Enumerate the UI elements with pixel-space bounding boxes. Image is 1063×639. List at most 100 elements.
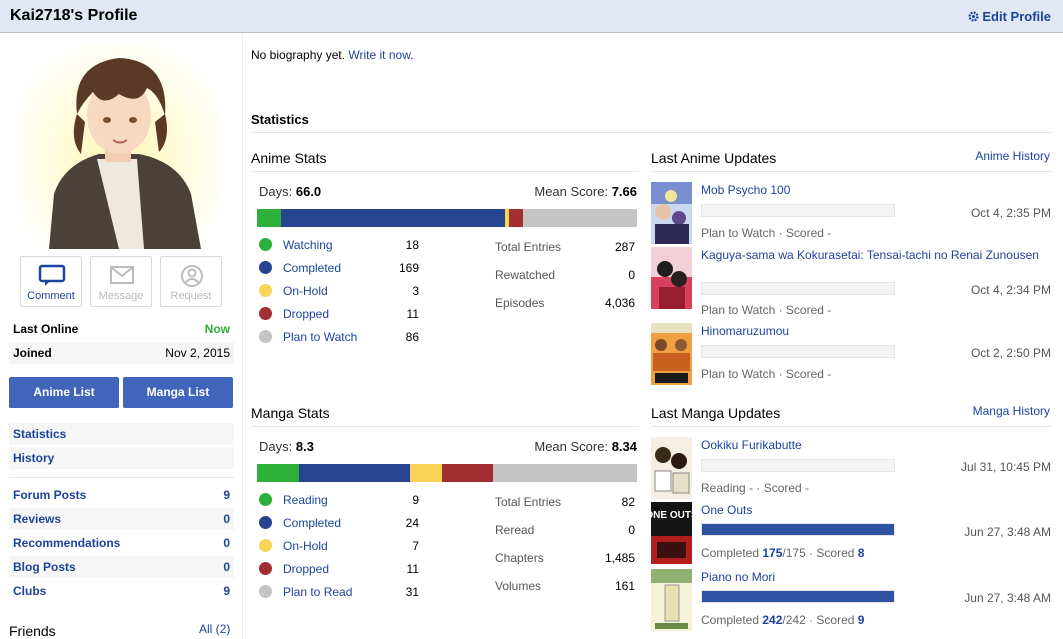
clubs-row[interactable]: Clubs 9: [9, 580, 234, 602]
blog-posts-count: 0: [223, 560, 230, 574]
legend-label: On-Hold: [283, 539, 328, 553]
update-date: Jun 27, 3:48 AM: [964, 591, 1051, 605]
manga-days-label: Days:: [259, 439, 293, 454]
status-dot: [259, 493, 272, 506]
title-link[interactable]: Piano no Mori: [701, 571, 1041, 584]
total-value: 0: [628, 268, 635, 282]
segment-completed: [280, 209, 505, 227]
nav-statistics[interactable]: Statistics: [9, 423, 234, 445]
comment-button[interactable]: Comment: [20, 256, 82, 307]
total-label: Episodes: [495, 296, 545, 310]
legend-label: Plan to Watch: [283, 330, 358, 344]
total-value: 4,036: [604, 296, 635, 310]
segment-plan: [523, 209, 637, 227]
anime-rewatched: Rewatched 0: [495, 268, 635, 284]
request-button[interactable]: Request: [160, 256, 222, 307]
title-link[interactable]: Hinomaruzumou: [701, 325, 1041, 338]
anime-legend-completed[interactable]: Completed 169: [259, 260, 419, 276]
divider: [651, 171, 1051, 172]
anime-legend-plan[interactable]: Plan to Watch 86: [259, 329, 419, 345]
anime-history-link[interactable]: Anime History: [975, 149, 1050, 163]
legend-count: 11: [406, 307, 419, 321]
title-link[interactable]: One Outs: [701, 504, 1041, 517]
manga-list-button[interactable]: Manga List: [123, 377, 233, 408]
anime-updates-title: Last Anime Updates: [651, 150, 777, 166]
reviews-count: 0: [223, 512, 230, 526]
manga-update-item: ONE OUTS One Outs Jun 27, 3:48 AM Comple…: [651, 502, 1051, 564]
manga-legend-dropped[interactable]: Dropped 11: [259, 561, 419, 577]
update-status: Plan to Watch · Scored -: [701, 303, 832, 317]
status-count: 242: [762, 613, 783, 627]
status-dot: [259, 539, 272, 552]
anime-legend-dropped[interactable]: Dropped 11: [259, 306, 419, 322]
update-status: Plan to Watch · Scored -: [701, 367, 832, 381]
blog-posts-row[interactable]: Blog Posts 0: [9, 556, 234, 578]
legend-count: 7: [412, 539, 419, 553]
recommendations-row[interactable]: Recommendations 0: [9, 532, 234, 554]
nav-history[interactable]: History: [9, 447, 234, 469]
reviews-row[interactable]: Reviews 0: [9, 508, 234, 530]
anime-days-label: Days:: [259, 184, 293, 199]
manga-history-link[interactable]: Manga History: [973, 404, 1050, 418]
title-link[interactable]: Kaguya-sama wa Kokurasetai: Tensai-tachi…: [701, 249, 1041, 262]
legend-label: Completed: [283, 261, 342, 275]
manga-legend-reading[interactable]: Reading 9: [259, 492, 419, 508]
anime-list-button[interactable]: Anime List: [9, 377, 119, 408]
page-title: Kai2718's Profile: [10, 7, 138, 24]
anime-total-entries: Total Entries 287: [495, 240, 635, 256]
biography-text: No biography yet.: [251, 48, 346, 62]
forum-posts-count: 9: [223, 488, 230, 502]
anime-legend-onhold[interactable]: On-Hold 3: [259, 283, 419, 299]
update-date: Jun 27, 3:48 AM: [964, 525, 1051, 539]
forum-posts-row[interactable]: Forum Posts 9: [9, 484, 234, 506]
manga-mean-value: 8.34: [611, 439, 637, 454]
legend-count: 3: [412, 284, 419, 298]
progress-bar: [701, 345, 895, 358]
last-online-label: Last Online: [13, 322, 79, 336]
legend-label: Dropped: [283, 307, 330, 321]
total-value: 0: [628, 523, 635, 537]
cover-image[interactable]: [651, 569, 692, 631]
anime-mean-value: 7.66: [611, 184, 637, 199]
segment-dropped: [442, 464, 494, 482]
manga-mean-label: Mean Score:: [534, 439, 609, 454]
manga-mean: Mean Score: 8.34: [534, 439, 637, 454]
cover-image[interactable]: [651, 182, 692, 244]
progress-bar: [701, 204, 895, 217]
last-online-row: Last Online Now: [9, 318, 234, 340]
gear-icon: [968, 11, 979, 22]
total-value: 287: [614, 240, 635, 254]
edit-profile-link[interactable]: Edit Profile: [968, 9, 1051, 24]
cover-image[interactable]: [651, 323, 692, 385]
reviews-label: Reviews: [13, 512, 62, 526]
progress-bar: [701, 282, 895, 295]
message-button[interactable]: Message: [90, 256, 152, 307]
segment-plan: [493, 464, 637, 482]
title-link[interactable]: Ookiku Furikabutte: [701, 439, 1041, 452]
manga-status-bar: [257, 464, 637, 482]
profile-sidebar: Comment Message Request Last Online Now …: [0, 34, 243, 639]
manga-legend-completed[interactable]: Completed 24: [259, 515, 419, 531]
title-link[interactable]: Mob Psycho 100: [701, 184, 1041, 197]
anime-days-value: 66.0: [295, 184, 322, 199]
manga-volumes: Volumes 161: [495, 579, 635, 595]
cover-image[interactable]: [651, 247, 692, 309]
legend-label: Completed: [283, 516, 342, 530]
total-value: 161: [614, 579, 635, 593]
write-bio-link[interactable]: Write it now: [348, 48, 410, 62]
cover-image[interactable]: [651, 437, 692, 499]
manga-legend-onhold[interactable]: On-Hold 7: [259, 538, 419, 554]
biography: No biography yet. Write it now.: [251, 48, 414, 62]
divider: [9, 477, 234, 478]
total-label: Volumes: [495, 579, 542, 593]
divider: [651, 426, 1051, 427]
divider: [251, 426, 639, 427]
manga-legend-plan[interactable]: Plan to Read 31: [259, 584, 419, 600]
anime-legend-watching[interactable]: Watching 18: [259, 237, 419, 253]
update-date: Oct 4, 2:34 PM: [970, 283, 1051, 297]
cover-image[interactable]: ONE OUTS: [651, 502, 692, 564]
legend-label: Reading: [283, 493, 328, 507]
friends-all-link[interactable]: All (2): [199, 622, 230, 636]
update-date: Oct 4, 2:35 PM: [970, 206, 1051, 220]
cover-title: ONE OUTS: [651, 510, 692, 521]
